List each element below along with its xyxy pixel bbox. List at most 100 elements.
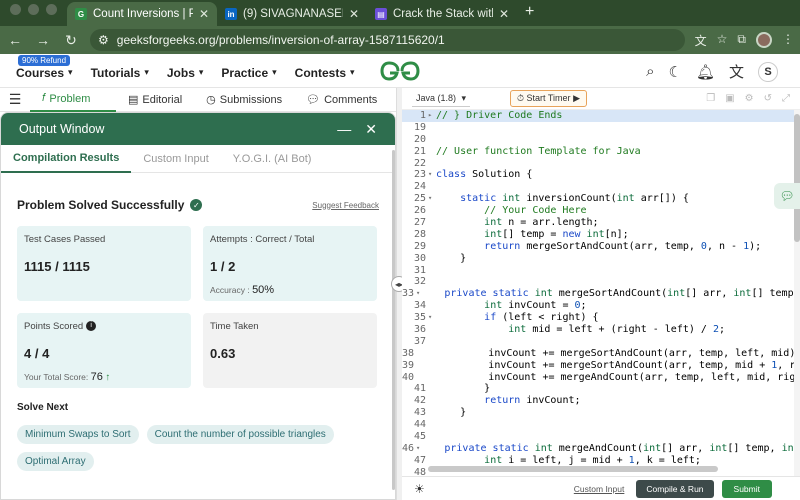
profile-avatar[interactable] bbox=[756, 31, 772, 48]
fold-gutter bbox=[428, 122, 436, 134]
tab-problem[interactable]: 𝑓 Problem bbox=[30, 88, 116, 112]
user-avatar[interactable]: S bbox=[758, 61, 778, 82]
code-line[interactable]: 26 // Your Code Here bbox=[402, 205, 794, 217]
code-line[interactable]: 34 int invCount = 0; bbox=[402, 300, 794, 312]
site-settings-icon[interactable]: ⚙ bbox=[98, 33, 109, 47]
gfg-logo[interactable] bbox=[380, 60, 420, 82]
search-icon[interactable]: ⌕ bbox=[646, 63, 654, 80]
code-line[interactable]: 32 bbox=[402, 276, 794, 288]
code-line[interactable]: 22 bbox=[402, 158, 794, 170]
code-line[interactable]: 47 int i = left, j = mid + 1, k = left; bbox=[402, 455, 794, 467]
bookmark-star-icon[interactable]: ☆ bbox=[717, 32, 728, 49]
fold-toggle-icon[interactable]: ▸ bbox=[428, 110, 436, 122]
minimize-window-button[interactable] bbox=[28, 3, 39, 15]
browser-tab-3[interactable]: ▤ Crack the Stack with EverCode ✕ bbox=[367, 2, 517, 26]
tab-comments[interactable]: 💬︎ Comments bbox=[294, 88, 389, 112]
lightbulb-icon[interactable]: ☀ bbox=[414, 482, 425, 496]
output-scrollbar[interactable] bbox=[392, 150, 395, 490]
url-input[interactable]: ⚙ geeksforgeeks.org/problems/inversion-o… bbox=[90, 29, 685, 51]
back-icon[interactable]: ← bbox=[6, 32, 24, 48]
settings-icon[interactable]: ⚙ bbox=[745, 93, 754, 104]
site-header: 90% Refund Courses ▾ Tutorials ▾ Jobs ▾ Pra… bbox=[0, 54, 800, 88]
fold-toggle-icon[interactable]: ▾ bbox=[428, 312, 436, 324]
solve-next-chip[interactable]: Optimal Array bbox=[17, 452, 94, 471]
code-line[interactable]: 24 bbox=[402, 181, 794, 193]
code-line[interactable]: 28 int[] temp = new int[n]; bbox=[402, 229, 794, 241]
code-line[interactable]: 27 int n = arr.length; bbox=[402, 217, 794, 229]
code-line[interactable]: 19 bbox=[402, 122, 794, 134]
copy-icon[interactable]: ❐ bbox=[706, 93, 715, 104]
code-line[interactable]: 45 bbox=[402, 431, 794, 443]
solve-next-chip[interactable]: Count the number of possible triangles bbox=[146, 425, 334, 444]
tab-submissions[interactable]: ◷ Submissions bbox=[194, 88, 294, 112]
close-icon[interactable]: ✕ bbox=[365, 121, 377, 138]
code-line[interactable]: 29 return mergeSortAndCount(arr, temp, 0… bbox=[402, 241, 794, 253]
scroll-thumb[interactable] bbox=[794, 114, 800, 242]
nav-contests[interactable]: Contests ▾ bbox=[295, 66, 355, 80]
code-line[interactable]: 38 invCount += mergeSortAndCount(arr, te… bbox=[402, 348, 794, 360]
tab-yogi-ai-bot[interactable]: Y.O.G.I. (AI Bot) bbox=[221, 145, 324, 173]
code-line[interactable]: 46 ▾ private static int mergeAndCount(int… bbox=[402, 443, 794, 455]
new-tab-button[interactable]: + bbox=[517, 3, 542, 26]
fold-toggle-icon[interactable]: ▾ bbox=[428, 169, 436, 181]
info-icon[interactable]: i bbox=[86, 321, 97, 332]
custom-input-link[interactable]: Custom Input bbox=[574, 484, 625, 494]
translate-icon[interactable]: 文 bbox=[695, 32, 707, 49]
code-line[interactable]: 31 bbox=[402, 265, 794, 277]
code-line[interactable]: 33 ▾ private static int mergeSortAndCount… bbox=[402, 288, 794, 300]
browser-tab-1[interactable]: G Count Inversions | Practice | G ✕ bbox=[67, 2, 217, 26]
code-line[interactable]: 23 ▾ class Solution { bbox=[402, 169, 794, 181]
reset-icon[interactable]: ↺ bbox=[764, 93, 772, 104]
solve-next-chip[interactable]: Minimum Swaps to Sort bbox=[17, 425, 139, 444]
close-tab-icon[interactable]: ✕ bbox=[499, 7, 509, 21]
nav-tutorials[interactable]: Tutorials ▾ bbox=[91, 66, 149, 80]
code-line[interactable]: 35 ▾ if (left < right) { bbox=[402, 312, 794, 324]
nav-jobs[interactable]: Jobs ▾ bbox=[167, 66, 204, 80]
code-line[interactable]: 44 bbox=[402, 419, 794, 431]
language-icon[interactable]: 文 bbox=[729, 61, 744, 82]
fold-toggle-icon[interactable]: ▾ bbox=[428, 193, 436, 205]
suggest-feedback-link[interactable]: Suggest Feedback bbox=[312, 201, 379, 210]
hamburger-menu-icon[interactable]: ☰ bbox=[0, 91, 30, 108]
code-line[interactable]: 25 ▾ static int inversionCount(int arr[])… bbox=[402, 193, 794, 205]
close-window-button[interactable] bbox=[10, 3, 21, 15]
code-line[interactable]: 20 bbox=[402, 134, 794, 146]
language-select[interactable]: Java (1.8) ▾ bbox=[412, 91, 470, 107]
start-timer-button[interactable]: ⏱ Start Timer ▶ bbox=[510, 90, 587, 107]
extensions-icon[interactable]: ⧉ bbox=[737, 32, 746, 49]
maximize-window-button[interactable] bbox=[46, 3, 57, 15]
notification-bell-icon[interactable]: 🔔︎ bbox=[696, 63, 715, 81]
browser-tab-2[interactable]: in (9) SIVAGNANASEKAR G | Link ✕ bbox=[217, 2, 367, 26]
close-tab-icon[interactable]: ✕ bbox=[349, 7, 359, 21]
code-line[interactable]: 36 int mid = left + (right - left) / 2; bbox=[402, 324, 794, 336]
code-line[interactable]: 21 // User function Template for Java bbox=[402, 146, 794, 158]
editor-vertical-scrollbar[interactable] bbox=[794, 110, 800, 476]
forward-icon[interactable]: → bbox=[34, 32, 52, 48]
code-line[interactable]: 37 bbox=[402, 336, 794, 348]
submit-button[interactable]: Submit bbox=[721, 479, 772, 498]
paste-icon[interactable]: ▣ bbox=[725, 93, 734, 104]
browser-menu-icon[interactable]: ⋮ bbox=[782, 32, 794, 49]
nav-courses[interactable]: Courses ▾ bbox=[16, 66, 73, 80]
code-line[interactable]: 1 ▸// } Driver Code Ends bbox=[402, 110, 794, 122]
code-line[interactable]: 41 } bbox=[402, 383, 794, 395]
code-line[interactable]: 30 } bbox=[402, 253, 794, 265]
dark-mode-icon[interactable]: ☾ bbox=[668, 63, 681, 81]
chat-icon[interactable]: 💬︎ bbox=[774, 183, 800, 209]
code-line[interactable]: 43 } bbox=[402, 407, 794, 419]
code-line[interactable]: 39 invCount += mergeSortAndCount(arr, te… bbox=[402, 360, 794, 372]
compile-run-button[interactable]: Compile & Run bbox=[636, 479, 714, 498]
close-tab-icon[interactable]: ✕ bbox=[199, 7, 209, 21]
fullscreen-icon[interactable]: ⤢ bbox=[782, 93, 790, 104]
reload-icon[interactable]: ↻ bbox=[62, 32, 80, 49]
code-text: } bbox=[436, 252, 467, 264]
tab-compilation-results[interactable]: Compilation Results bbox=[1, 145, 132, 173]
tab-editorial[interactable]: ▤ Editorial bbox=[116, 88, 194, 112]
editor-horizontal-scrollbar[interactable] bbox=[428, 466, 718, 472]
code-area[interactable]: 1 ▸// } Driver Code Ends 19 20 21// User fun… bbox=[402, 110, 794, 476]
code-line[interactable]: 42 return invCount; bbox=[402, 395, 794, 407]
nav-practice[interactable]: Practice ▾ bbox=[221, 66, 276, 80]
tab-custom-input[interactable]: Custom Input bbox=[131, 145, 220, 173]
minimize-icon[interactable]: — bbox=[337, 121, 351, 137]
code-line[interactable]: 40 invCount += mergeAndCount(arr, temp, … bbox=[402, 372, 794, 384]
